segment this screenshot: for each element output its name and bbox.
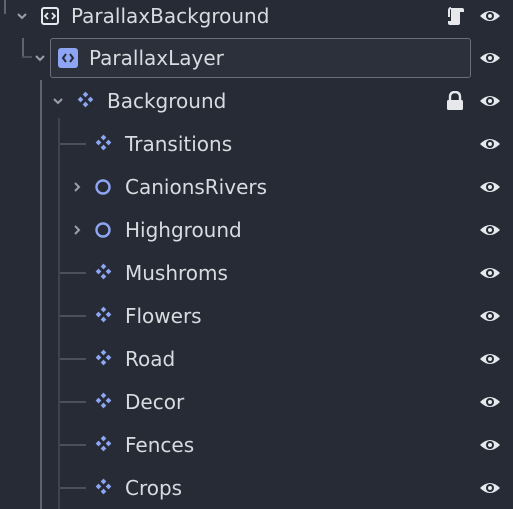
- tree-row-road[interactable]: Road: [0, 339, 513, 379]
- eye-icon[interactable]: [479, 437, 501, 453]
- eye-icon[interactable]: [479, 265, 501, 281]
- tree-item-label: Highground: [125, 218, 242, 242]
- tree-guide-branch: [60, 143, 86, 145]
- tree-item-label: Transitions: [125, 132, 233, 156]
- script-icon[interactable]: [445, 5, 467, 27]
- tree-item-label: Fences: [125, 433, 195, 457]
- tree-guide-branch: [60, 315, 86, 317]
- tree-item-label: CanionsRivers: [125, 175, 268, 199]
- parallax-background-icon: [41, 7, 59, 25]
- eye-icon[interactable]: [479, 93, 501, 109]
- tree-guide-branch: [60, 272, 86, 274]
- chevron-down-icon[interactable]: [16, 10, 28, 22]
- tree-row-background[interactable]: Background: [0, 81, 513, 121]
- chevron-right-icon[interactable]: [71, 224, 83, 236]
- tree-row-mushroms[interactable]: Mushroms: [0, 253, 513, 293]
- tree-row-parallax-layer[interactable]: ParallaxLayer: [0, 38, 513, 78]
- tilemap-icon: [95, 478, 112, 495]
- tree-row-fences[interactable]: Fences: [0, 425, 513, 465]
- tree-item-label: Crops: [125, 476, 183, 500]
- tree-row-parallax-background[interactable]: ParallaxBackground: [0, 0, 513, 36]
- eye-icon[interactable]: [479, 136, 501, 152]
- tree-item-label: ParallaxLayer: [89, 46, 224, 70]
- eye-icon[interactable]: [479, 480, 501, 496]
- tree-item-label: Mushroms: [125, 261, 228, 285]
- tilemap-icon: [95, 435, 112, 452]
- chevron-right-icon[interactable]: [71, 181, 83, 193]
- tree-item-label: Flowers: [125, 304, 202, 328]
- tree-item-label: Decor: [125, 390, 185, 414]
- tree-item-label: Background: [107, 89, 227, 113]
- tree-row-transitions[interactable]: Transitions: [0, 124, 513, 164]
- tree-row-highground[interactable]: Highground: [0, 210, 513, 250]
- chevron-down-icon[interactable]: [52, 95, 64, 107]
- chevron-down-icon[interactable]: [34, 52, 46, 64]
- tilemap-icon: [95, 306, 112, 323]
- tilemap-icon: [95, 349, 112, 366]
- tree-guide-branch: [60, 401, 86, 403]
- eye-icon[interactable]: [479, 222, 501, 238]
- eye-icon[interactable]: [479, 8, 501, 24]
- tilemap-icon: [95, 392, 112, 409]
- lock-icon[interactable]: [445, 91, 465, 111]
- tilemap-icon: [77, 91, 94, 108]
- parallax-layer-icon: [58, 48, 78, 68]
- eye-icon[interactable]: [479, 394, 501, 410]
- eye-icon[interactable]: [479, 179, 501, 195]
- tree-guide-branch: [60, 358, 86, 360]
- tree-row-crops[interactable]: Crops: [0, 468, 513, 508]
- tree-guide-branch: [60, 444, 86, 446]
- tree-item-label: ParallaxBackground: [71, 4, 270, 28]
- eye-icon[interactable]: [479, 308, 501, 324]
- tree-row-canionsrivers[interactable]: CanionsRivers: [0, 167, 513, 207]
- tree-row-decor[interactable]: Decor: [0, 382, 513, 422]
- tilemap-icon: [95, 134, 112, 151]
- node2d-icon: [95, 222, 111, 238]
- tree-item-label: Road: [125, 347, 176, 371]
- eye-icon[interactable]: [479, 50, 501, 66]
- tree-row-flowers[interactable]: Flowers: [0, 296, 513, 336]
- tree-guide-branch: [60, 487, 86, 489]
- tilemap-icon: [95, 263, 112, 280]
- eye-icon[interactable]: [479, 351, 501, 367]
- node2d-icon: [95, 179, 111, 195]
